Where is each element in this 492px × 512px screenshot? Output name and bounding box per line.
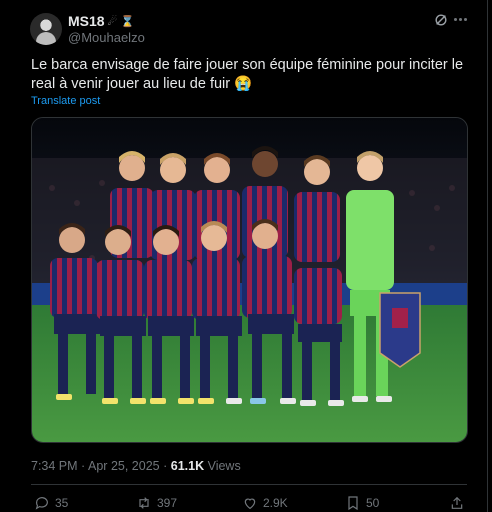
tweet-date[interactable]: Apr 25, 2025	[88, 459, 160, 473]
meta-separator: ·	[81, 459, 86, 473]
like-button[interactable]: 2.9K	[242, 495, 288, 511]
like-count: 2.9K	[263, 496, 288, 510]
bookmark-icon	[348, 496, 358, 511]
translate-post-link[interactable]: Translate post	[31, 95, 100, 107]
like-icon	[244, 498, 256, 510]
author-handle[interactable]: @Mouhaelzo	[68, 30, 145, 45]
more-icon[interactable]	[454, 18, 467, 21]
reply-count: 35	[55, 496, 69, 510]
tweet-time[interactable]: 7:34 PM	[31, 459, 78, 473]
repost-icon	[139, 497, 149, 509]
author-name-row: MS18 ☄ ⌛	[68, 13, 134, 29]
grok-icon[interactable]	[434, 13, 448, 27]
reply-button[interactable]: 35	[34, 495, 68, 511]
comet-emoji-icon: ☄	[107, 14, 118, 28]
meta-separator-2: ·	[163, 459, 168, 473]
tweet-detail: MS18 ☄ ⌛ @Mouhaelzo Le barca envisage de…	[0, 0, 488, 512]
reply-icon	[35, 497, 48, 510]
views-count: 61.1K	[170, 459, 205, 473]
action-bar: 35 397 2.9K 50	[31, 495, 471, 512]
repost-button[interactable]: 397	[136, 495, 177, 511]
share-button[interactable]	[449, 495, 465, 511]
avatar[interactable]	[30, 13, 62, 45]
share-icon	[451, 496, 463, 509]
repost-count: 397	[157, 496, 178, 510]
divider	[31, 484, 467, 485]
display-name[interactable]: MS18	[68, 13, 105, 29]
bookmark-count: 50	[366, 496, 380, 510]
tweet-media-photo[interactable]	[31, 117, 468, 443]
views-label: Views	[207, 459, 241, 473]
tweet-text: Le barca envisage de faire jouer son équ…	[31, 57, 464, 92]
bookmark-button[interactable]: 50	[345, 495, 379, 511]
team-photo	[32, 118, 467, 442]
hourglass-emoji-icon: ⌛	[120, 14, 135, 28]
tweet-meta: 7:34 PM · Apr 25, 2025 · 61.1K Views	[31, 459, 241, 473]
